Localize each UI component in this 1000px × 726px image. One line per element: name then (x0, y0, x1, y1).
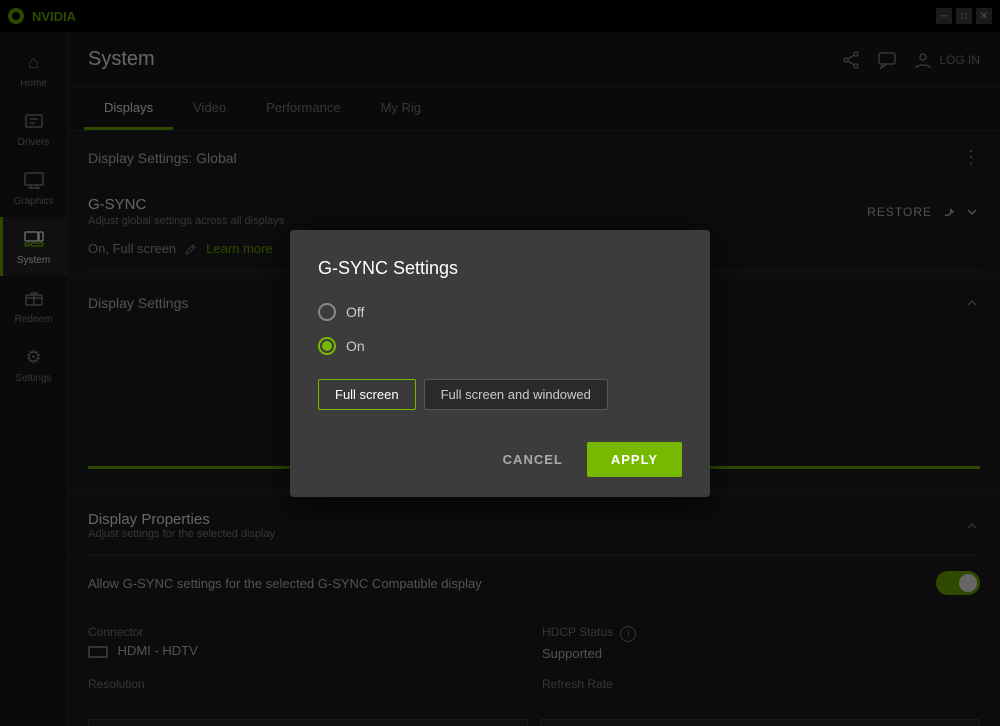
apply-button[interactable]: APPLY (587, 442, 682, 477)
radio-off-label: Off (346, 304, 364, 320)
fullscreen-button[interactable]: Full screen (318, 379, 416, 410)
radio-on[interactable]: On (318, 337, 682, 355)
modal-overlay: G-SYNC Settings Off On Full screen Full … (0, 0, 1000, 726)
radio-on-label: On (346, 338, 365, 354)
radio-on-circle (318, 337, 336, 355)
mode-buttons: Full screen Full screen and windowed (318, 379, 682, 410)
fullscreen-windowed-button[interactable]: Full screen and windowed (424, 379, 608, 410)
cancel-button[interactable]: CANCEL (491, 444, 575, 475)
radio-group: Off On (318, 303, 682, 355)
gsync-settings-modal: G-SYNC Settings Off On Full screen Full … (290, 230, 710, 497)
radio-off-circle (318, 303, 336, 321)
radio-off[interactable]: Off (318, 303, 682, 321)
modal-footer: CANCEL APPLY (318, 438, 682, 477)
modal-title: G-SYNC Settings (318, 258, 682, 279)
